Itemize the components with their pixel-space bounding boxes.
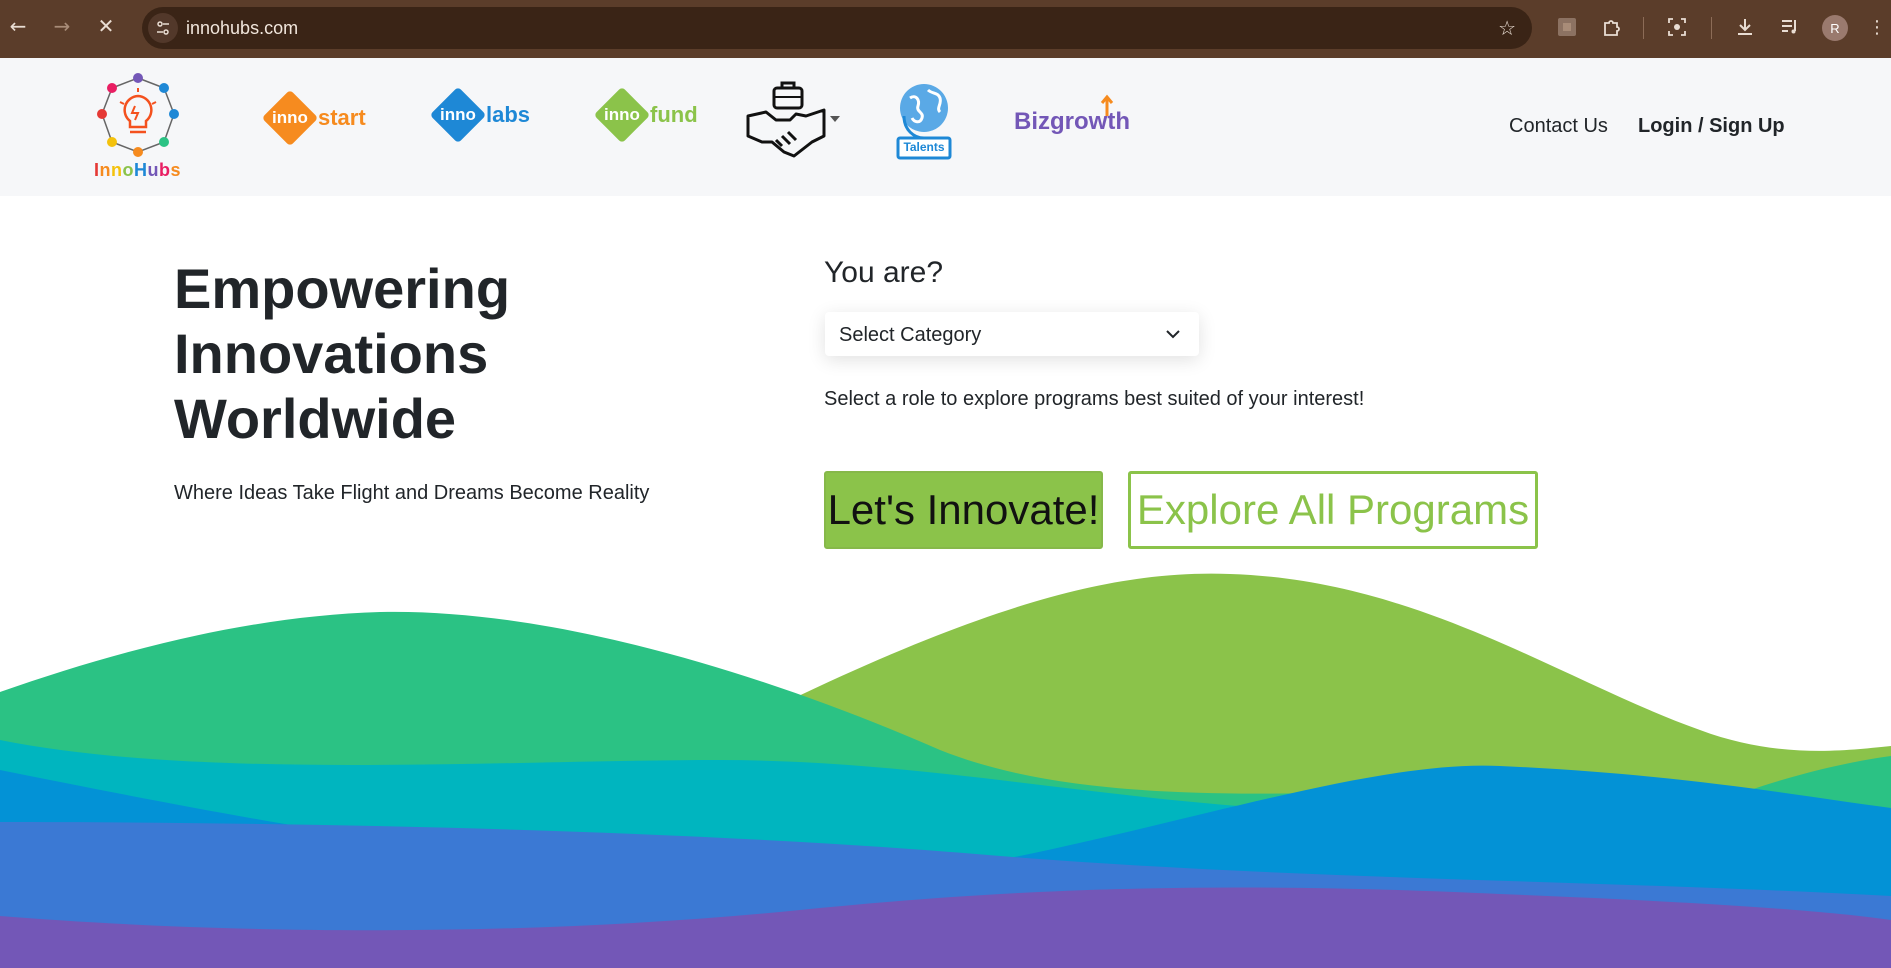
menu-icon[interactable]: ⋮ — [1862, 12, 1891, 42]
decorative-waves — [0, 573, 1891, 968]
site-header: InnoHubs inno start inno labs inno fund … — [0, 58, 1891, 196]
innolabs-logo[interactable]: inno labs — [429, 86, 531, 144]
screenshot-icon[interactable] — [1662, 12, 1692, 42]
innofund-label: fund — [650, 102, 698, 127]
category-select-value: Select Category — [839, 324, 982, 346]
browser-toolbar: ← → ✕ innohubs.com ☆ R ⋮ — [0, 0, 1891, 58]
lightbulb-network-icon — [97, 73, 179, 157]
hero-subtitle: Where Ideas Take Flight and Dreams Becom… — [174, 482, 650, 504]
site-info-icon[interactable] — [148, 13, 178, 43]
toolbar-divider — [1711, 17, 1712, 39]
innofund-logo[interactable]: inno fund — [593, 86, 698, 144]
address-bar[interactable]: innohubs.com ☆ — [142, 7, 1532, 49]
innostart-label: start — [318, 105, 366, 130]
diamond-icon: inno — [593, 86, 651, 144]
category-select[interactable]: Select Category — [825, 312, 1199, 356]
back-icon[interactable]: ← — [4, 12, 32, 40]
role-hint: Select a role to explore programs best s… — [824, 388, 1365, 410]
innohubs-logo[interactable]: InnoHubs — [92, 72, 184, 184]
lets-innovate-button[interactable]: Let's Innovate! — [824, 471, 1103, 549]
download-icon[interactable] — [1730, 12, 1760, 42]
explore-programs-button[interactable]: Explore All Programs — [1128, 471, 1538, 549]
toolbar-divider — [1643, 17, 1644, 39]
role-question: You are? — [824, 256, 944, 289]
stop-icon[interactable]: ✕ — [92, 12, 120, 40]
avatar[interactable]: R — [1822, 15, 1848, 41]
diamond-icon: inno — [429, 86, 487, 144]
forward-icon[interactable]: → — [48, 12, 76, 40]
diamond-icon: inno — [261, 89, 319, 147]
url-text: innohubs.com — [186, 18, 299, 38]
hero-title: Empowering Innovations Worldwide — [174, 257, 511, 450]
talents-label: Talents — [903, 140, 945, 154]
puzzle-icon[interactable] — [1596, 12, 1626, 42]
bizgrowth-logo[interactable]: Bizgrowth — [1014, 94, 1130, 136]
innolabs-label: labs — [486, 102, 531, 127]
contact-us-link[interactable]: Contact Us — [1509, 115, 1608, 138]
bookmark-star-icon[interactable]: ☆ — [1498, 16, 1516, 40]
talents-logo[interactable]: Talents — [896, 80, 952, 165]
chevron-down-icon — [1166, 330, 1180, 339]
growth-arrow-icon — [1100, 94, 1114, 116]
media-icon[interactable] — [1775, 12, 1805, 42]
login-signup-link[interactable]: Login / Sign Up — [1638, 115, 1785, 138]
extension-icon[interactable] — [1552, 12, 1582, 42]
innostart-logo[interactable]: inno start — [261, 89, 366, 147]
partners-dropdown[interactable] — [746, 80, 842, 165]
logo-text: InnoHubs — [94, 160, 182, 180]
handshake-briefcase-icon — [746, 81, 840, 158]
